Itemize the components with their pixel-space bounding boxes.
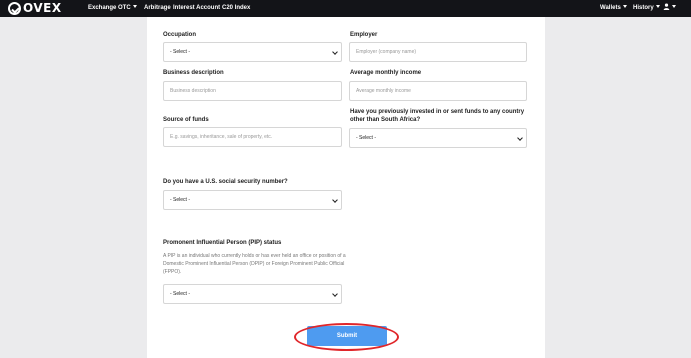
nav-arbitrage[interactable]: Arbitrage — [144, 0, 171, 17]
nav-otc-label: OTC — [118, 5, 131, 11]
chevron-down-icon — [622, 5, 627, 8]
chevron-down-icon — [332, 49, 338, 55]
nav-wallets[interactable]: Wallets — [600, 0, 627, 17]
user-icon — [663, 3, 670, 10]
monthly-income-label: Average monthly income — [350, 70, 422, 76]
invested-abroad-selected-value: - Select - — [356, 135, 377, 141]
nav-history[interactable]: History — [633, 0, 660, 17]
chevron-down-icon — [517, 135, 523, 141]
occupation-label: Occupation — [163, 32, 197, 38]
employer-input[interactable]: Employer (company name) — [349, 42, 527, 62]
form-card: Occupation - Select - Employer Employer … — [147, 17, 545, 358]
nav-user-menu[interactable] — [663, 0, 676, 17]
invested-abroad-select[interactable]: - Select - — [349, 128, 527, 148]
nav-c20-index[interactable]: C20 Index — [222, 0, 250, 17]
logo-text: OVEX — [23, 1, 62, 15]
red-highlight-annotation — [294, 323, 399, 351]
nav-wallets-label: Wallets — [600, 5, 621, 11]
business-description-label: Business description — [163, 70, 224, 76]
ssn-selected-value: - Select - — [170, 197, 191, 203]
nav-otc[interactable]: OTC — [118, 0, 137, 17]
occupation-selected-value: - Select - — [170, 49, 191, 55]
pip-status-label: Promonent Influential Person (PIP) statu… — [163, 240, 282, 246]
chevron-down-icon — [332, 197, 338, 203]
nav-exchange[interactable]: Exchange — [88, 0, 116, 17]
chevron-down-icon — [672, 5, 676, 8]
chevron-down-icon — [332, 291, 338, 297]
ssn-select[interactable]: - Select - — [163, 190, 342, 210]
chevron-down-icon — [132, 5, 137, 8]
source-of-funds-input[interactable]: E.g. savings, inheritance, sale of prope… — [163, 127, 342, 147]
occupation-select[interactable]: - Select - — [163, 42, 342, 62]
nav-history-label: History — [633, 5, 654, 11]
business-description-input[interactable]: Business description — [163, 81, 342, 101]
ovex-logo[interactable]: OVEX — [8, 1, 62, 16]
employer-label: Employer — [350, 32, 378, 38]
ssn-label: Do you have a U.S. social security numbe… — [163, 179, 288, 185]
pip-description: A PIP is an individual who currently hol… — [163, 253, 346, 275]
ovex-logo-icon — [8, 2, 21, 15]
source-of-funds-label: Source of funds — [163, 117, 209, 123]
pip-selected-value: - Select - — [170, 291, 191, 297]
chevron-down-icon — [655, 5, 660, 8]
monthly-income-input[interactable]: Average monthly income — [349, 81, 527, 101]
pip-status-select[interactable]: - Select - — [163, 284, 342, 304]
top-navbar: OVEX Exchange OTC Arbitrage Interest Acc… — [0, 0, 691, 17]
invested-abroad-label: Have you previously invested in or sent … — [350, 109, 525, 123]
nav-interest-account[interactable]: Interest Account — [173, 0, 220, 17]
